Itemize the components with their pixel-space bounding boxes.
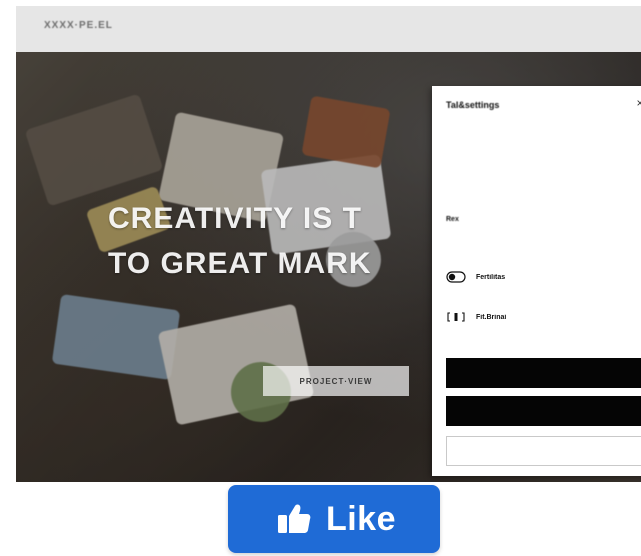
chevron-down-icon: ▾ bbox=[636, 313, 641, 322]
consent-section-label: Rex bbox=[446, 216, 459, 223]
manage-preferences-button[interactable] bbox=[446, 436, 641, 466]
website-viewport: XXXX·PE.EL CREATIVITY IS T TO GREAT MARK… bbox=[16, 6, 641, 482]
toggle-icon bbox=[446, 271, 466, 283]
reject-all-button[interactable] bbox=[446, 396, 641, 426]
like-button[interactable]: Like bbox=[228, 485, 440, 553]
consent-option-row[interactable]: Fertilitas ▾ bbox=[446, 268, 641, 286]
consent-option-row[interactable]: Fit.Brinai ▾ bbox=[446, 308, 641, 326]
hero-cta-button[interactable]: PROJECT·VIEW bbox=[263, 366, 409, 396]
thumbs-up-icon bbox=[272, 497, 316, 541]
chevron-down-icon: ▾ bbox=[636, 273, 641, 282]
hero-headline-line-2: TO GREAT MARK bbox=[108, 247, 372, 280]
hero-headline-line-1: CREATIVITY IS T bbox=[108, 202, 362, 235]
consent-panel: Tal&settings × Rex Fertilitas ▾ bbox=[432, 86, 641, 476]
like-label: Like bbox=[325, 500, 397, 538]
screenshot-frame: XXXX·PE.EL CREATIVITY IS T TO GREAT MARK… bbox=[0, 0, 641, 556]
accept-all-button[interactable] bbox=[446, 358, 641, 388]
close-icon[interactable]: × bbox=[633, 96, 641, 110]
consent-option-label: Fit.Brinai bbox=[476, 313, 507, 321]
site-brand[interactable]: XXXX·PE.EL bbox=[44, 20, 113, 31]
bracket-icon bbox=[446, 311, 466, 323]
consent-panel-title: Tal&settings bbox=[446, 100, 500, 110]
site-header: XXXX·PE.EL bbox=[16, 6, 641, 53]
consent-option-label: Fertilitas bbox=[476, 273, 506, 281]
hero-subtext bbox=[128, 324, 418, 334]
